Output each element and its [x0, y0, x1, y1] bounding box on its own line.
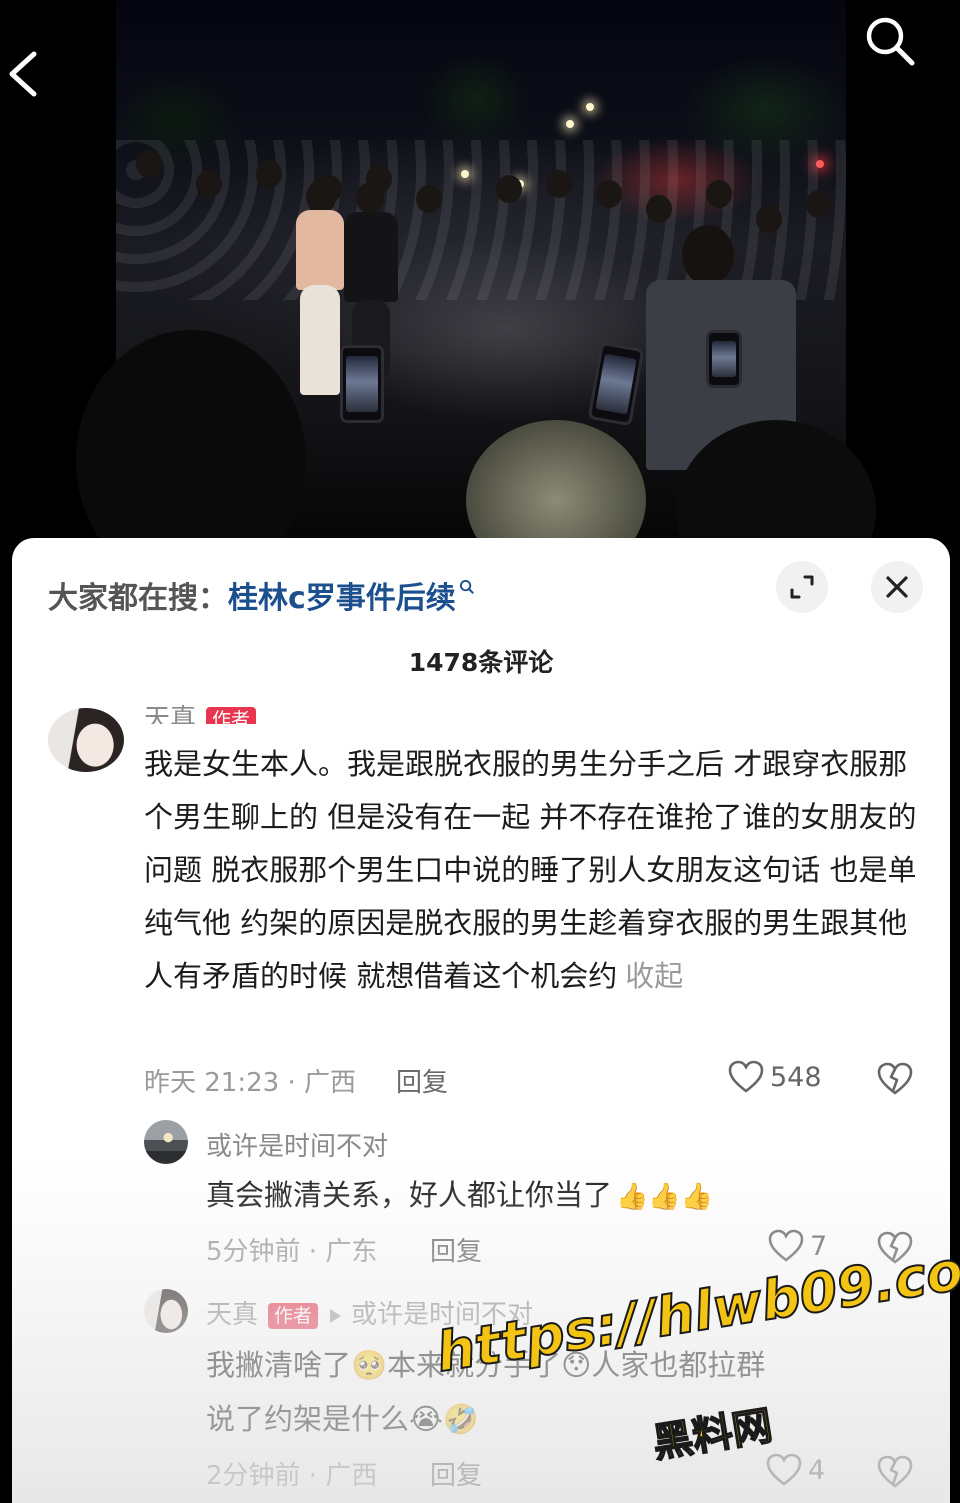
dislike-icon[interactable]: [876, 1062, 914, 1096]
comment-meta: 5分钟前 · 广东: [206, 1237, 378, 1267]
heart-icon: [766, 1453, 802, 1486]
reply-arrow-icon: [330, 1308, 342, 1323]
heart-icon: [728, 1060, 764, 1093]
reply-button[interactable]: 回复: [396, 1062, 448, 1099]
video-player[interactable]: [0, 0, 960, 545]
search-icon: [866, 17, 915, 66]
comment-meta: 昨天 21:23 · 广西: [144, 1068, 356, 1098]
comment-meta: 2分钟前 · 广西: [206, 1461, 378, 1491]
dislike-icon[interactable]: [876, 1455, 914, 1489]
avatar[interactable]: [144, 1289, 188, 1333]
video-frame: [76, 0, 876, 545]
comment-body: 我是女生本人。我是跟脱衣服的男生分手之后 才跟穿衣服那个男生聊上的 但是没有在一…: [144, 747, 917, 993]
like-button[interactable]: 4: [766, 1453, 825, 1487]
close-icon: [886, 576, 908, 598]
search-suggestion-query[interactable]: 桂林c罗事件后续: [228, 573, 456, 617]
comment-text: 我是女生本人。我是跟脱衣服的男生分手之后 才跟穿衣服那个男生聊上的 但是没有在一…: [144, 738, 924, 1003]
comment-body-line: 说了约架是什么😭🤣: [206, 1402, 479, 1436]
search-icon: [459, 579, 474, 594]
comment-author[interactable]: 天真 作者: [144, 698, 257, 724]
expand-button[interactable]: [776, 561, 828, 613]
like-count: 548: [770, 1061, 822, 1093]
search-suggestion[interactable]: 大家都在搜： 桂林c罗事件后续: [48, 573, 474, 616]
like-button[interactable]: 7: [768, 1229, 827, 1263]
comment-count: 1478条评论: [408, 648, 554, 677]
search-suggestion-label: 大家都在搜：: [48, 581, 228, 616]
avatar[interactable]: [48, 708, 124, 772]
back-button[interactable]: [4, 48, 48, 100]
thumbs-up-emoji: 👍👍👍: [616, 1182, 714, 1212]
heart-icon: [768, 1229, 804, 1262]
author-name: 天真: [144, 704, 197, 724]
reply-button[interactable]: 回复: [430, 1231, 482, 1268]
avatar[interactable]: [144, 1120, 188, 1164]
comment-body: 真会撇清关系，好人都让你当了: [206, 1178, 613, 1212]
like-count: 7: [810, 1230, 828, 1262]
author-badge: 作者: [206, 706, 257, 724]
author-name: 天真: [206, 1300, 259, 1330]
collapse-link[interactable]: 收起: [625, 959, 683, 993]
comment-author[interactable]: 或许是时间不对: [206, 1126, 388, 1163]
like-count: 4: [808, 1454, 826, 1486]
expand-icon: [790, 575, 814, 599]
like-button[interactable]: 548: [728, 1060, 822, 1094]
close-button[interactable]: [871, 561, 923, 613]
search-button[interactable]: [862, 14, 916, 68]
author-badge: 作者: [268, 1302, 319, 1329]
comment-text: 真会撇清关系，好人都让你当了 👍👍👍: [206, 1168, 906, 1224]
reply-button[interactable]: 回复: [430, 1455, 482, 1492]
chevron-left-icon: [9, 51, 37, 97]
